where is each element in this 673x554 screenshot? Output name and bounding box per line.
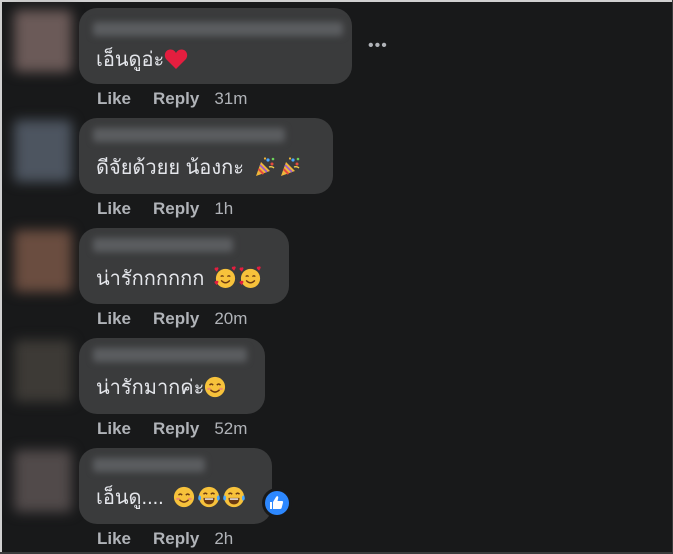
comment-bubble: เอ็นดู.... xyxy=(79,448,272,524)
timestamp[interactable]: 20m xyxy=(214,309,247,328)
like-reaction-badge[interactable] xyxy=(262,488,292,518)
reply-button[interactable]: Reply xyxy=(153,89,199,108)
like-button[interactable]: Like xyxy=(97,529,131,548)
comment-actions: Like Reply 31m xyxy=(97,89,247,109)
face-with-tears-of-joy-icon xyxy=(198,486,221,508)
comment-text: ดีจัยด้วยย น้องกะ xyxy=(96,156,301,180)
reply-button[interactable]: Reply xyxy=(153,419,199,438)
commenter-name-redacted[interactable] xyxy=(93,348,247,362)
timestamp[interactable]: 31m xyxy=(214,89,247,108)
comment-body: น่ารักกกกกก xyxy=(96,268,205,290)
comment-text: น่ารักมากค่ะ xyxy=(96,376,226,400)
like-button[interactable]: Like xyxy=(97,89,131,108)
reply-button[interactable]: Reply xyxy=(153,529,199,548)
commenter-name-redacted[interactable] xyxy=(93,458,205,472)
smiling-face-with-smiling-eyes-icon xyxy=(174,486,195,508)
avatar[interactable] xyxy=(14,450,72,512)
timestamp[interactable]: 52m xyxy=(214,419,247,438)
window-frame-left xyxy=(0,0,2,554)
smiling-face-with-smiling-eyes-icon xyxy=(205,376,226,398)
thumbs-up-icon xyxy=(270,496,284,509)
avatar[interactable] xyxy=(14,120,72,182)
more-options-button[interactable]: ••• xyxy=(368,38,388,54)
party-popper-icon xyxy=(255,157,275,176)
commenter-name-redacted[interactable] xyxy=(93,22,343,36)
comment-actions: Like Reply 20m xyxy=(97,309,247,329)
red-heart-icon xyxy=(165,49,188,69)
smiling-face-with-hearts-icon xyxy=(239,266,261,289)
like-button[interactable]: Like xyxy=(97,419,131,438)
comment-body: เอ็นดู.... xyxy=(96,487,164,509)
comment-body: ดีจัยด้วยย น้องกะ xyxy=(96,157,244,179)
reply-button[interactable]: Reply xyxy=(153,309,199,328)
party-popper-icon xyxy=(280,157,300,176)
face-with-tears-of-joy-icon xyxy=(223,486,246,508)
like-button[interactable]: Like xyxy=(97,199,131,218)
comment-text: เอ็นดูอ่ะ xyxy=(96,48,188,72)
avatar[interactable] xyxy=(14,10,72,72)
reply-button[interactable]: Reply xyxy=(153,199,199,218)
like-reaction-circle xyxy=(265,491,289,515)
comment-actions: Like Reply 52m xyxy=(97,419,247,439)
comment-bubble: เอ็นดูอ่ะ xyxy=(79,8,352,84)
comment-bubble: น่ารักกกกกก xyxy=(79,228,289,304)
comment-bubble: ดีจัยด้วยย น้องกะ xyxy=(79,118,333,194)
comment-actions: Like Reply 1h xyxy=(97,199,233,219)
comment-bubble: น่ารักมากค่ะ xyxy=(79,338,265,414)
window-frame-top xyxy=(0,0,673,2)
smiling-face-with-hearts-icon xyxy=(214,266,236,289)
commenter-name-redacted[interactable] xyxy=(93,238,233,252)
timestamp[interactable]: 1h xyxy=(214,199,233,218)
commenter-name-redacted[interactable] xyxy=(93,128,285,142)
like-button[interactable]: Like xyxy=(97,309,131,328)
avatar[interactable] xyxy=(14,230,72,292)
comment-text: เอ็นดู.... xyxy=(96,486,246,510)
comment-actions: Like Reply 2h xyxy=(97,529,233,549)
comment-body: น่ารักมากค่ะ xyxy=(96,377,205,399)
comment-body: เอ็นดูอ่ะ xyxy=(96,49,165,71)
timestamp[interactable]: 2h xyxy=(214,529,233,548)
comment-text: น่ารักกกกกก xyxy=(96,266,262,291)
avatar[interactable] xyxy=(14,340,72,402)
